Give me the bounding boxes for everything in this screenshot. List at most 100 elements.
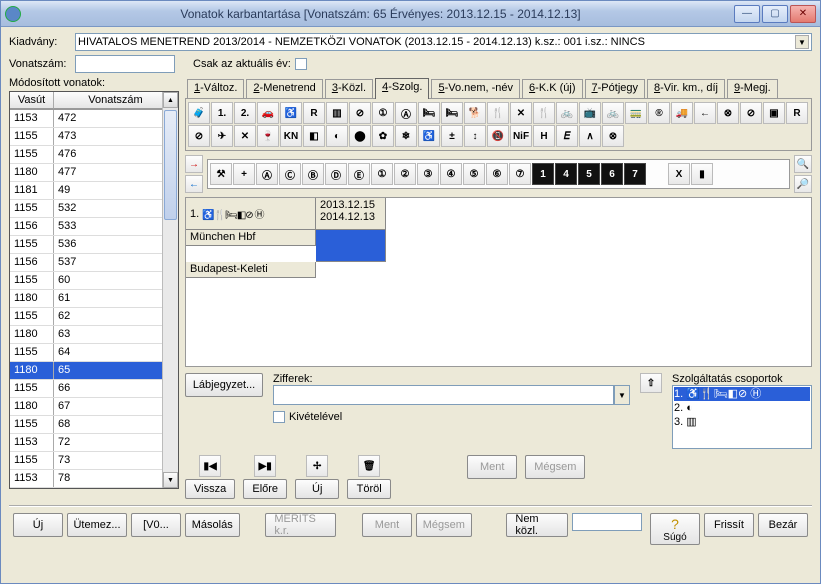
vissza-button[interactable]: Vissza	[185, 479, 235, 499]
bottom-merits[interactable]: MERITS k.r.	[265, 513, 336, 537]
nav-prev-icon[interactable]: ▮◀	[199, 455, 221, 477]
strip2-icon-1[interactable]: +	[233, 163, 255, 185]
strip2-icon-7[interactable]: ①	[371, 163, 393, 185]
table-row[interactable]: 118065	[10, 362, 178, 380]
tool-icon-35[interactable]: ✿	[372, 125, 394, 147]
strip2-icon-11[interactable]: ⑤	[463, 163, 485, 185]
table-row[interactable]: 118061	[10, 290, 178, 308]
tab-3[interactable]: 3-Közl.	[325, 79, 373, 98]
tab-6[interactable]: 6-K.K (új)	[522, 79, 582, 98]
bottom-nemkozl[interactable]: Nem közl.	[506, 513, 568, 537]
tool-icon-5[interactable]: R	[303, 102, 325, 124]
dropdown-icon[interactable]: ▼	[795, 35, 809, 49]
strip2-icon-4[interactable]: Ⓑ	[302, 163, 324, 185]
table-row[interactable]: 1156533	[10, 218, 178, 236]
tool-icon-3[interactable]: 🚗	[257, 102, 279, 124]
zoom-out-icon[interactable]: 🔎	[794, 175, 812, 193]
tool-icon-7[interactable]: ⊘	[349, 102, 371, 124]
side-btn-2[interactable]: ←	[185, 175, 203, 193]
strip2-icon-10[interactable]: ④	[440, 163, 462, 185]
tool-icon-34[interactable]: ⬤	[349, 125, 371, 147]
up-arrow-button[interactable]: ⇧	[640, 373, 662, 393]
tool-icon-14[interactable]: ✕	[510, 102, 532, 124]
tool-icon-22[interactable]: ←	[694, 102, 716, 124]
table-row[interactable]: 115566	[10, 380, 178, 398]
tool-icon-32[interactable]: ◧	[303, 125, 325, 147]
tool-icon-12[interactable]: 🐕	[464, 102, 486, 124]
tool-icon-9[interactable]: Ⓐ	[395, 102, 417, 124]
tool-icon-43[interactable]: 𝐸	[556, 125, 578, 147]
tool-icon-30[interactable]: 🍷	[257, 125, 279, 147]
strip2-icon-9[interactable]: ③	[417, 163, 439, 185]
tool-icon-38[interactable]: ±	[441, 125, 463, 147]
strip2-icon-6[interactable]: Ⓔ	[348, 163, 370, 185]
table-row[interactable]: 115372	[10, 434, 178, 452]
strip2-num-5[interactable]: 5	[578, 163, 600, 185]
table-row[interactable]: 118067	[10, 398, 178, 416]
tool-icon-1[interactable]: 1.	[211, 102, 233, 124]
table-row[interactable]: 1155476	[10, 146, 178, 164]
tool-icon-27[interactable]: ⊘	[188, 125, 210, 147]
tab-9[interactable]: 9-Megj.	[727, 79, 778, 98]
scroll-thumb[interactable]	[164, 110, 177, 220]
sgroup-1[interactable]: 2. ◐	[674, 401, 810, 415]
tool-icon-31[interactable]: KN	[280, 125, 302, 147]
nav-next-icon[interactable]: ▶▮	[254, 455, 276, 477]
sgroup-2[interactable]: 3. ▥	[674, 415, 810, 429]
tool-icon-16[interactable]: 🚲	[556, 102, 578, 124]
table-row[interactable]: 115560	[10, 272, 178, 290]
elore-button[interactable]: Előre	[243, 479, 287, 499]
table-row[interactable]: 115378	[10, 470, 178, 488]
scroll-up-icon[interactable]: ▲	[163, 92, 178, 108]
table-row[interactable]: 115579	[10, 488, 178, 489]
table-row[interactable]: 1153472	[10, 110, 178, 128]
ment-button[interactable]: Ment	[467, 455, 517, 479]
th-vonatszam[interactable]: Vonatszám	[54, 92, 178, 109]
table-row[interactable]: 1155473	[10, 128, 178, 146]
strip2-icon-3[interactable]: Ⓒ	[279, 163, 301, 185]
zifferek-combo[interactable]	[273, 385, 614, 405]
csak-aktualis-checkbox[interactable]	[295, 58, 307, 70]
tab-2[interactable]: 2-Menetrend	[246, 79, 322, 98]
table-row[interactable]: 118149	[10, 182, 178, 200]
tab-5[interactable]: 5-Vo.nem, -név	[431, 79, 520, 98]
tool-icon-15[interactable]: 🍴	[533, 102, 555, 124]
tool-icon-13[interactable]: 🍴	[487, 102, 509, 124]
kiadvany-combo[interactable]: HIVATALOS MENETREND 2013/2014 - NEMZETKÖ…	[75, 33, 812, 51]
th-vasut[interactable]: Vasút	[10, 92, 54, 109]
close-button[interactable]: ✕	[790, 5, 816, 23]
tool-icon-24[interactable]: ⊘	[740, 102, 762, 124]
tool-icon-4[interactable]: ♿	[280, 102, 302, 124]
bottom-ment[interactable]: Ment	[362, 513, 412, 537]
strip2-num-7[interactable]: 7	[624, 163, 646, 185]
strip2-close[interactable]: X	[668, 163, 690, 185]
table-row[interactable]: 118063	[10, 326, 178, 344]
tool-icon-18[interactable]: 🚲	[602, 102, 624, 124]
bottom-utemez[interactable]: Ütemez...	[67, 513, 127, 537]
tool-icon-8[interactable]: ①	[372, 102, 394, 124]
sugo-button[interactable]: ? Súgó	[650, 513, 700, 545]
tool-icon-41[interactable]: NiF	[510, 125, 532, 147]
tab-8[interactable]: 8-Vir. km., díj	[647, 79, 725, 98]
tool-icon-11[interactable]: 🛏	[441, 102, 463, 124]
zoom-in-icon[interactable]: 🔍	[794, 155, 812, 173]
tool-icon-36[interactable]: ❄	[395, 125, 417, 147]
uj-button[interactable]: Új	[295, 479, 339, 499]
minimize-button[interactable]: —	[734, 5, 760, 23]
table-row[interactable]: 1155536	[10, 236, 178, 254]
tool-icon-40[interactable]: 📵	[487, 125, 509, 147]
service-groups-list[interactable]: 1. ♿🍴🛏◧⊘ Ⓗ2. ◐3. ▥	[672, 385, 812, 449]
table-row[interactable]: 1180477	[10, 164, 178, 182]
side-btn-1[interactable]: →	[185, 155, 203, 173]
tool-icon-23[interactable]: ⊗	[717, 102, 739, 124]
tool-icon-0[interactable]: 🧳	[188, 102, 210, 124]
service-grid[interactable]: 1. ♿🍴🛏◧⊘ Ⓗ 2013.12.15 2014.12.13 München…	[185, 197, 812, 367]
bezar-button[interactable]: Bezár	[758, 513, 808, 537]
sgroup-0[interactable]: 1. ♿🍴🛏◧⊘ Ⓗ	[674, 387, 810, 401]
vonat-table[interactable]: Vasút Vonatszám 115347211554731155476118…	[9, 91, 179, 489]
tool-icon-10[interactable]: 🛏	[418, 102, 440, 124]
tab-4[interactable]: 4-Szolg.	[375, 78, 429, 99]
table-row[interactable]: 115568	[10, 416, 178, 434]
nav-del-icon[interactable]: 🗑	[358, 455, 380, 477]
tool-icon-44[interactable]: ∧	[579, 125, 601, 147]
